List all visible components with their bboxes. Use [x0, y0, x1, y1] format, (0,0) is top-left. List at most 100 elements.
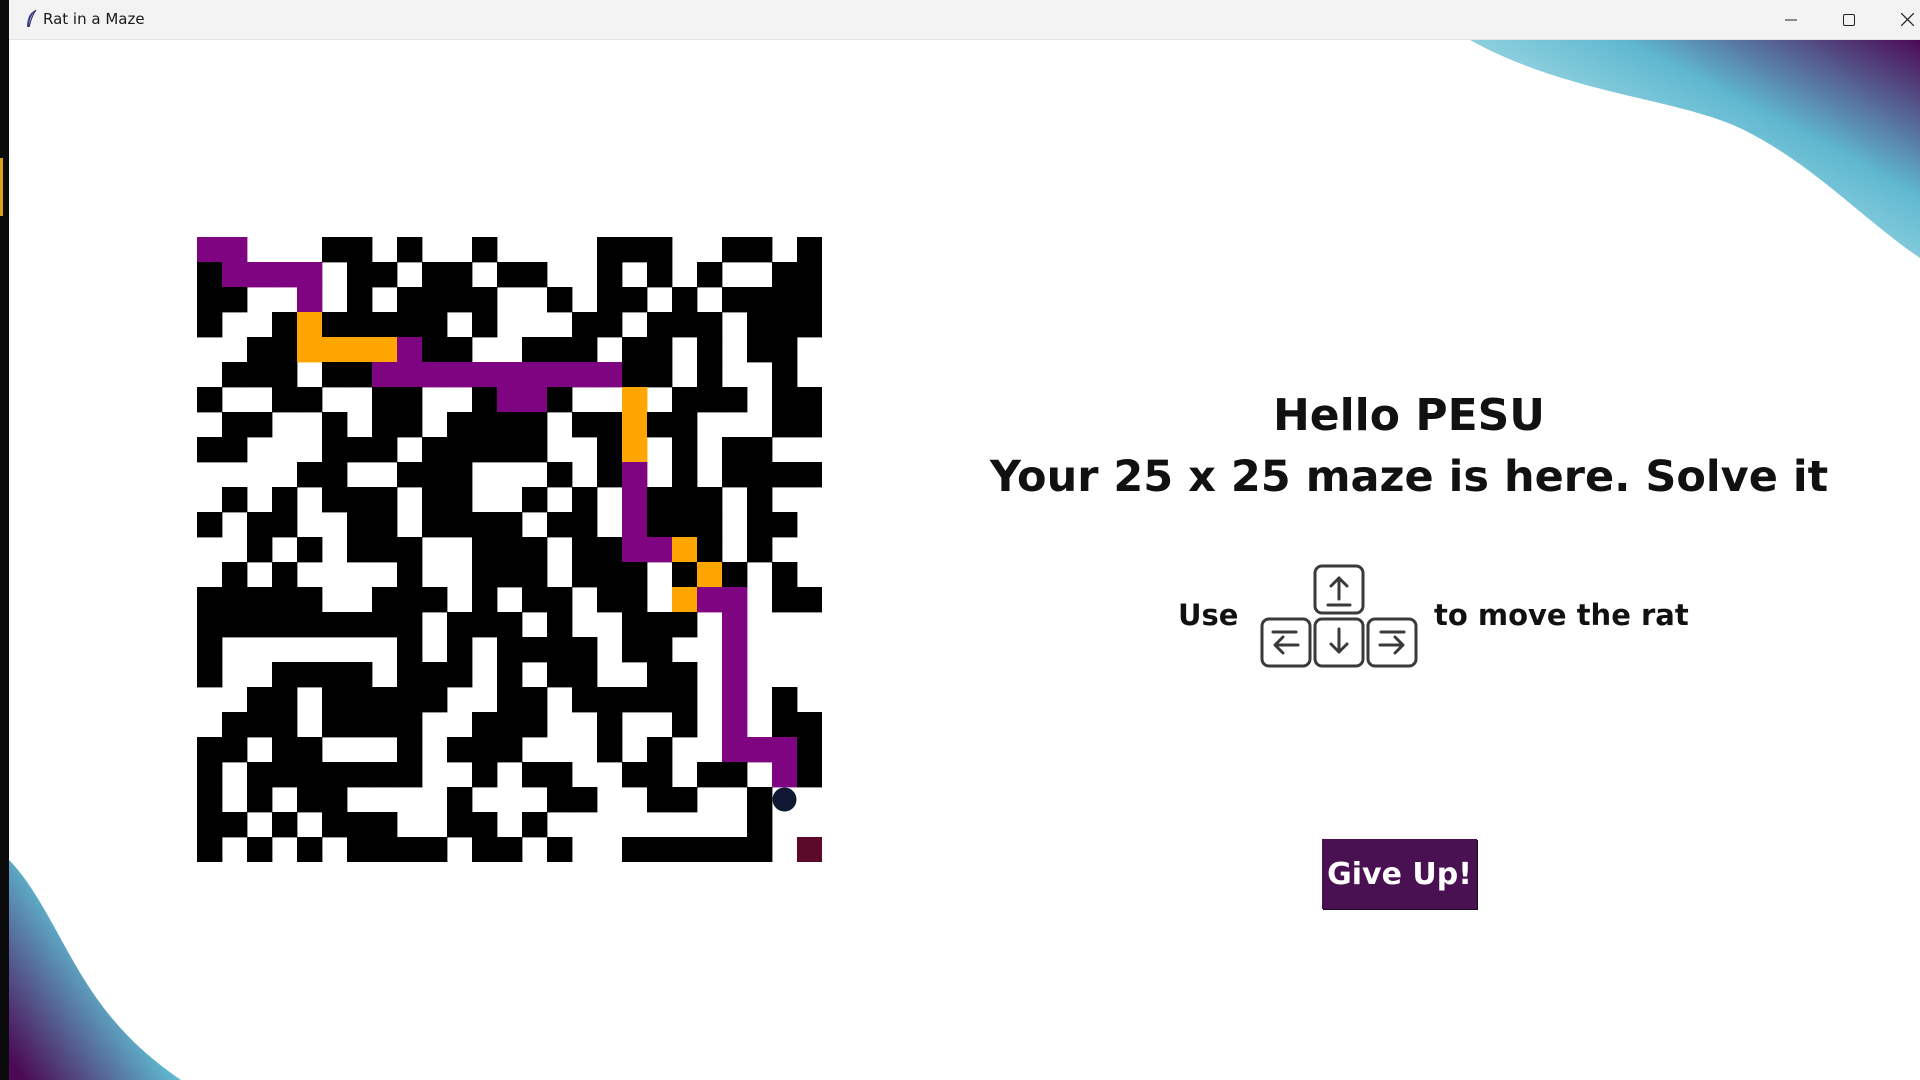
maze-backtrack-cell — [322, 337, 348, 363]
maze-wall — [647, 737, 673, 763]
maze-wall — [272, 312, 298, 338]
maze-wall — [522, 262, 548, 288]
maze-wall — [547, 512, 573, 538]
maze-subtitle: Your 25 x 25 maze is here. Solve it — [989, 452, 1829, 502]
maze-wall — [422, 462, 448, 488]
maze-wall — [397, 687, 423, 713]
maze-wall — [597, 237, 623, 263]
maximize-icon — [1843, 13, 1855, 26]
maze-wall — [372, 812, 398, 838]
instruction-suffix: to move the rat — [1434, 598, 1689, 632]
maze-wall — [597, 437, 623, 463]
maze-wall — [597, 312, 623, 338]
maze-wall — [347, 287, 373, 313]
maze-wall — [197, 437, 223, 463]
maze-wall — [222, 437, 248, 463]
maze-wall — [447, 737, 473, 763]
maze-wall — [472, 237, 498, 263]
maze-wall — [597, 712, 623, 738]
window-title: Rat in a Maze — [43, 10, 145, 28]
maze-wall — [347, 512, 373, 538]
maze-path-cell — [447, 362, 473, 388]
maze-wall — [747, 462, 773, 488]
maze-wall — [647, 662, 673, 688]
maze-wall — [422, 487, 448, 513]
maze-wall — [397, 387, 423, 413]
maze-wall — [247, 612, 273, 638]
maze-wall — [397, 837, 423, 862]
maze-wall — [322, 312, 348, 338]
maze-wall — [497, 562, 523, 588]
maze-wall — [547, 787, 573, 813]
maze-wall — [222, 362, 248, 388]
maze-wall — [547, 637, 573, 663]
maze-wall — [247, 837, 273, 862]
maze-wall — [447, 337, 473, 363]
maze-wall — [597, 462, 623, 488]
title-bar[interactable]: Rat in a Maze — [9, 0, 1920, 40]
maze-wall — [422, 312, 448, 338]
maze-wall — [397, 312, 423, 338]
maze-path-cell — [697, 587, 723, 613]
maze-wall — [347, 687, 373, 713]
maze-wall — [372, 262, 398, 288]
maze-wall — [222, 812, 248, 838]
maze-wall — [797, 737, 822, 763]
maze-path-cell — [272, 262, 298, 288]
maze-wall — [672, 512, 698, 538]
maze-wall — [597, 412, 623, 438]
maze-wall — [472, 537, 498, 563]
maze-wall — [447, 462, 473, 488]
maze-backtrack-cell — [622, 387, 648, 413]
maze-wall — [397, 612, 423, 638]
maze-wall — [672, 287, 698, 313]
maze-wall — [372, 437, 398, 463]
maze-wall — [772, 687, 798, 713]
maze-wall — [797, 312, 822, 338]
maximize-button[interactable] — [1820, 0, 1878, 39]
maze-wall — [722, 287, 748, 313]
maze-wall — [422, 837, 448, 862]
maze-wall — [572, 787, 598, 813]
maze-wall — [372, 687, 398, 713]
give-up-button[interactable]: Give Up! — [1322, 839, 1477, 909]
maze-wall — [372, 712, 398, 738]
maze-wall — [447, 512, 473, 538]
maze-wall — [672, 687, 698, 713]
maze-wall — [247, 337, 273, 363]
maze-wall — [647, 237, 673, 263]
maze-wall — [272, 812, 298, 838]
maze-path-cell — [647, 537, 673, 563]
maze-grid[interactable] — [197, 237, 822, 862]
maze-wall — [322, 612, 348, 638]
maze-wall — [572, 562, 598, 588]
maze-wall — [622, 237, 648, 263]
maze-wall — [322, 687, 348, 713]
maze-wall — [697, 512, 723, 538]
maze-wall — [497, 637, 523, 663]
maze-wall — [322, 437, 348, 463]
maze-wall — [397, 587, 423, 613]
maze-wall — [272, 662, 298, 688]
maze-wall — [347, 312, 373, 338]
maze-wall — [797, 587, 822, 613]
maze-wall — [322, 712, 348, 738]
maze-wall — [722, 837, 748, 862]
maze-path-cell — [397, 362, 423, 388]
maze-path-cell — [472, 362, 498, 388]
maze-wall — [522, 687, 548, 713]
maze-wall — [747, 337, 773, 363]
maze-wall — [222, 412, 248, 438]
maze-wall — [422, 512, 448, 538]
maze-wall — [397, 537, 423, 563]
maze-wall — [397, 562, 423, 588]
maze-wall — [772, 712, 798, 738]
minimize-button[interactable] — [1762, 0, 1820, 39]
maze-wall — [622, 687, 648, 713]
maze-wall — [372, 837, 398, 862]
maze-wall — [622, 762, 648, 788]
maze-wall — [497, 262, 523, 288]
maze-wall — [647, 762, 673, 788]
maze-wall — [197, 737, 223, 763]
close-button[interactable] — [1878, 0, 1920, 39]
